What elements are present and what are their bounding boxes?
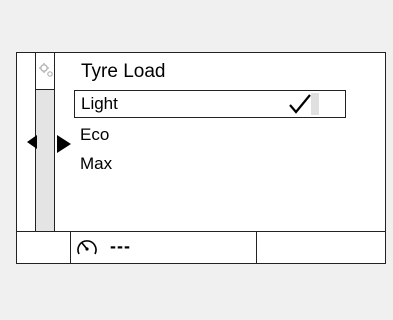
display-screen: Tyre Load Light Eco Max --- <box>16 52 386 264</box>
selection-shade <box>311 93 319 115</box>
checkmark-icon <box>289 94 311 114</box>
menu-title: Tyre Load <box>81 61 166 82</box>
menu-item-light[interactable]: Light <box>74 90 346 118</box>
settings-gear-icon <box>39 63 53 77</box>
menu-item-eco[interactable]: Eco <box>74 121 346 149</box>
strip-lower <box>36 89 54 231</box>
speedometer-icon <box>77 240 97 255</box>
side-strip <box>35 53 55 231</box>
menu-item-label: Eco <box>80 125 110 144</box>
strip-upper <box>36 53 54 89</box>
menu-item-label: Light <box>81 94 118 113</box>
arrow-left-icon[interactable] <box>27 135 37 149</box>
status-divider <box>256 232 257 264</box>
menu-item-label: Max <box>80 154 113 173</box>
status-bar: --- <box>17 231 385 264</box>
arrow-right-icon[interactable] <box>57 135 71 153</box>
menu-item-max[interactable]: Max <box>74 150 346 178</box>
speed-readout: --- <box>110 236 131 256</box>
status-divider <box>70 232 71 264</box>
